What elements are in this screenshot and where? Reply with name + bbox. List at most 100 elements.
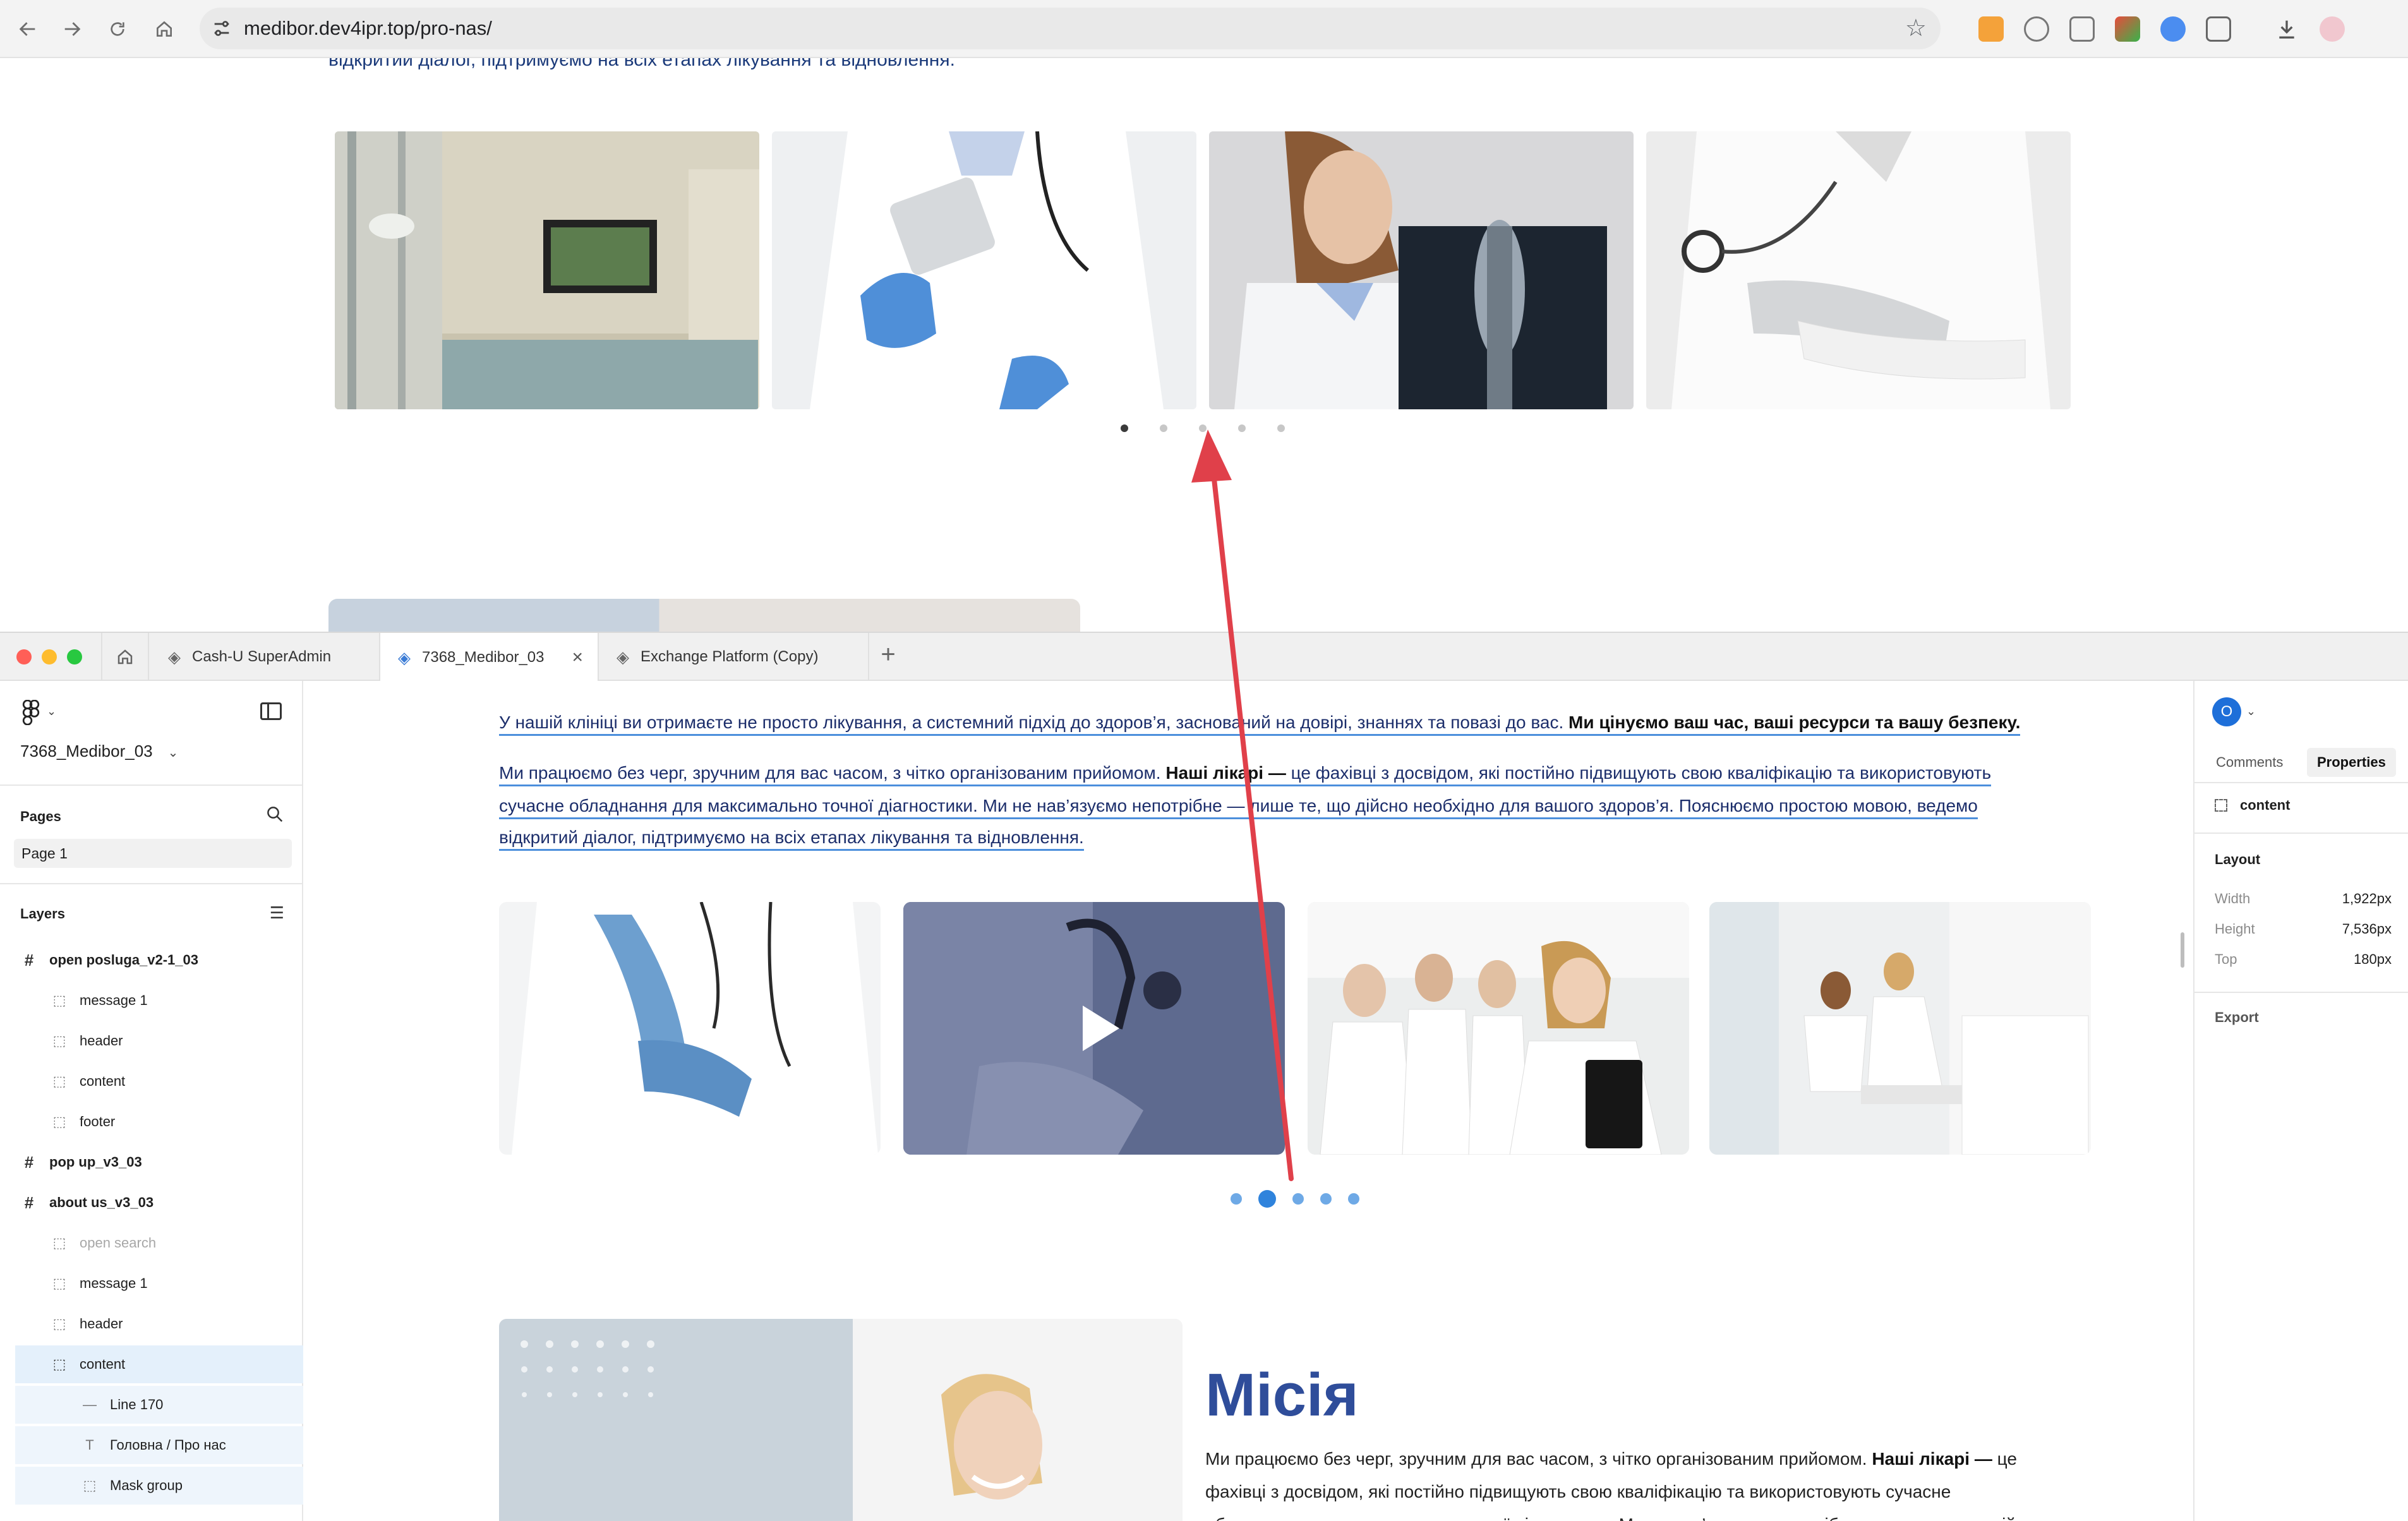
tab-properties[interactable]: Properties [2307, 748, 2396, 777]
back-icon[interactable] [13, 14, 43, 44]
carousel-photo-doctor-xray[interactable] [1209, 131, 1634, 409]
layer-frame[interactable]: # pop up_v3_03 [0, 1143, 303, 1181]
carousel-dot[interactable] [1199, 424, 1207, 432]
bookmark-star-icon[interactable]: ☆ [1905, 14, 1927, 42]
carousel-dot[interactable] [1348, 1193, 1359, 1205]
section-icon: ⬚ [52, 1073, 66, 1089]
carousel-photo-nurse-pills[interactable] [772, 131, 1196, 409]
new-tab-button[interactable]: + [869, 640, 907, 669]
reload-icon[interactable] [102, 14, 133, 44]
export-heading[interactable]: Export [2215, 1009, 2259, 1026]
layers-options-icon[interactable]: ☰ [270, 903, 284, 923]
layer-section[interactable]: ⬚ message 1 [0, 1265, 303, 1302]
layer-frame[interactable]: # about us_v3_03 [0, 1184, 303, 1222]
canvas-scrollbar[interactable] [2181, 932, 2184, 968]
extension-icon[interactable] [2024, 16, 2049, 42]
canvas-photo-clinic-room[interactable] [1709, 902, 2091, 1155]
tab-exchange-platform[interactable]: ◈ Exchange Platform (Copy) [599, 633, 869, 681]
section-icon: ⬚ [52, 1356, 66, 1372]
profile-avatar[interactable] [2320, 16, 2345, 42]
layer-label: header [80, 1033, 123, 1049]
site-settings-icon[interactable] [211, 18, 232, 39]
layer-section[interactable]: ⬚ header [0, 1022, 303, 1060]
carousel-dot[interactable] [1320, 1193, 1332, 1205]
figma-file-icon: ◈ [168, 647, 181, 666]
search-icon[interactable] [265, 805, 284, 824]
camera-icon[interactable] [2069, 16, 2095, 42]
top-row[interactable]: Top 180px [2215, 951, 2392, 968]
canvas-paragraph-1[interactable]: У нашій клініці ви отримаєте не просто л… [499, 712, 2021, 736]
close-window-button[interactable] [16, 649, 32, 664]
height-label: Height [2215, 921, 2255, 937]
user-avatar[interactable]: O [2212, 697, 2241, 726]
url-text[interactable]: medibor.dev4ipr.top/pro-nas/ [244, 17, 492, 40]
carousel-dot[interactable] [1258, 1190, 1276, 1208]
figma-logo-icon[interactable] [21, 699, 40, 731]
carousel-dot[interactable] [1277, 424, 1285, 432]
height-row[interactable]: Height 7,536px [2215, 921, 2392, 937]
layer-text[interactable]: T Головна / Про нас [15, 1426, 303, 1464]
carousel-dot[interactable] [1231, 1193, 1242, 1205]
page-item-page-1[interactable]: Page 1 [14, 839, 292, 868]
extension-icon[interactable] [1978, 16, 2004, 42]
carousel-dot[interactable] [1160, 424, 1167, 432]
layer-section[interactable]: ⬚ footer [0, 1103, 303, 1141]
canvas-photo-doctors-team[interactable] [1308, 902, 1689, 1155]
layer-mask-group[interactable]: ⬚ Mask group [15, 1467, 303, 1505]
chevron-down-icon[interactable]: ⌄ [2246, 705, 2256, 718]
mission-photo[interactable] [499, 1319, 1183, 1521]
home-icon [117, 649, 133, 664]
design-canvas[interactable]: У нашій клініці ви отримаєте не просто л… [303, 681, 2193, 1521]
canvas-photo-gloves[interactable] [499, 902, 881, 1155]
figma-home-tab[interactable] [101, 633, 149, 681]
tab-label: 7368_Medibor_03 [422, 649, 545, 666]
canvas-paragraph-2-line-1[interactable]: Ми працюємо без черг, зручним для вас ча… [499, 763, 1992, 786]
download-icon[interactable] [2274, 16, 2299, 42]
mission-text-part: це [1992, 1449, 2017, 1469]
puzzle-icon[interactable] [2206, 16, 2231, 42]
width-row[interactable]: Width 1,922px [2215, 891, 2392, 907]
toggle-sidebar-icon[interactable] [260, 702, 282, 720]
address-bar[interactable]: medibor.dev4ipr.top/pro-nas/ ☆ [200, 8, 1941, 49]
carousel-dot[interactable] [1238, 424, 1246, 432]
layer-label: about us_v3_03 [49, 1194, 154, 1210]
tab-cash-u-superadmin[interactable]: ◈ Cash-U SuperAdmin [150, 633, 380, 681]
canvas-paragraph-2-line-2[interactable]: сучасне обладнання для максимально точно… [499, 796, 1978, 819]
divider [2194, 992, 2408, 993]
carousel-photo-doctor-stethoscope[interactable] [1646, 131, 2071, 409]
home-icon[interactable] [149, 14, 179, 44]
layer-section[interactable]: ⬚ content [0, 1062, 303, 1100]
carousel-photo-waiting-room[interactable] [335, 131, 759, 409]
layer-section-selected[interactable]: ⬚ content [15, 1345, 303, 1383]
chevron-down-icon[interactable]: ⌄ [47, 705, 56, 718]
layer-frame[interactable]: # open posluga_v2-1_03 [0, 941, 303, 979]
website-page: відкритий діалог, підтримуємо на всіх ет… [0, 58, 2408, 632]
forward-icon[interactable] [57, 14, 87, 44]
tab-7368-medibor-03[interactable]: ◈ 7368_Medibor_03 × [380, 633, 599, 682]
figma-window: ◈ Cash-U SuperAdmin ◈ 7368_Medibor_03 × … [0, 632, 2408, 1521]
layer-label: Головна / Про нас [110, 1437, 226, 1453]
layer-section[interactable]: ⬚ open search [0, 1224, 303, 1262]
site-paragraph: відкритий діалог, підтримуємо на всіх ет… [328, 58, 955, 70]
minimize-window-button[interactable] [42, 649, 57, 664]
layer-line[interactable]: — Line 170 [15, 1386, 303, 1424]
tab-comments[interactable]: Comments [2206, 748, 2293, 777]
carousel-dot[interactable] [1121, 424, 1128, 432]
section-icon [2215, 799, 2227, 812]
file-name[interactable]: 7368_Medibor_03 ⌄ [20, 742, 178, 761]
play-icon[interactable] [1065, 997, 1128, 1060]
section-icon: ⬚ [83, 1477, 97, 1493]
canvas-carousel-pagination [1231, 1190, 1359, 1208]
canvas-paragraph-2-line-3[interactable]: відкритий діалог, підтримуємо на всіх ет… [499, 827, 1084, 851]
top-value: 180px [2354, 951, 2392, 967]
selection-name[interactable]: content [2215, 797, 2290, 814]
carousel-dot[interactable] [1292, 1193, 1304, 1205]
mission-bold-text: Наші лікарі — [1872, 1449, 1992, 1469]
maximize-window-button[interactable] [67, 649, 82, 664]
layer-section[interactable]: ⬚ message 1 [0, 982, 303, 1019]
extension-icon[interactable] [2115, 16, 2140, 42]
canvas-video-thumbnail[interactable] [903, 902, 1285, 1155]
layer-section[interactable]: ⬚ header [0, 1305, 303, 1343]
extension-check-icon[interactable] [2160, 16, 2186, 42]
close-icon[interactable]: × [572, 647, 584, 668]
